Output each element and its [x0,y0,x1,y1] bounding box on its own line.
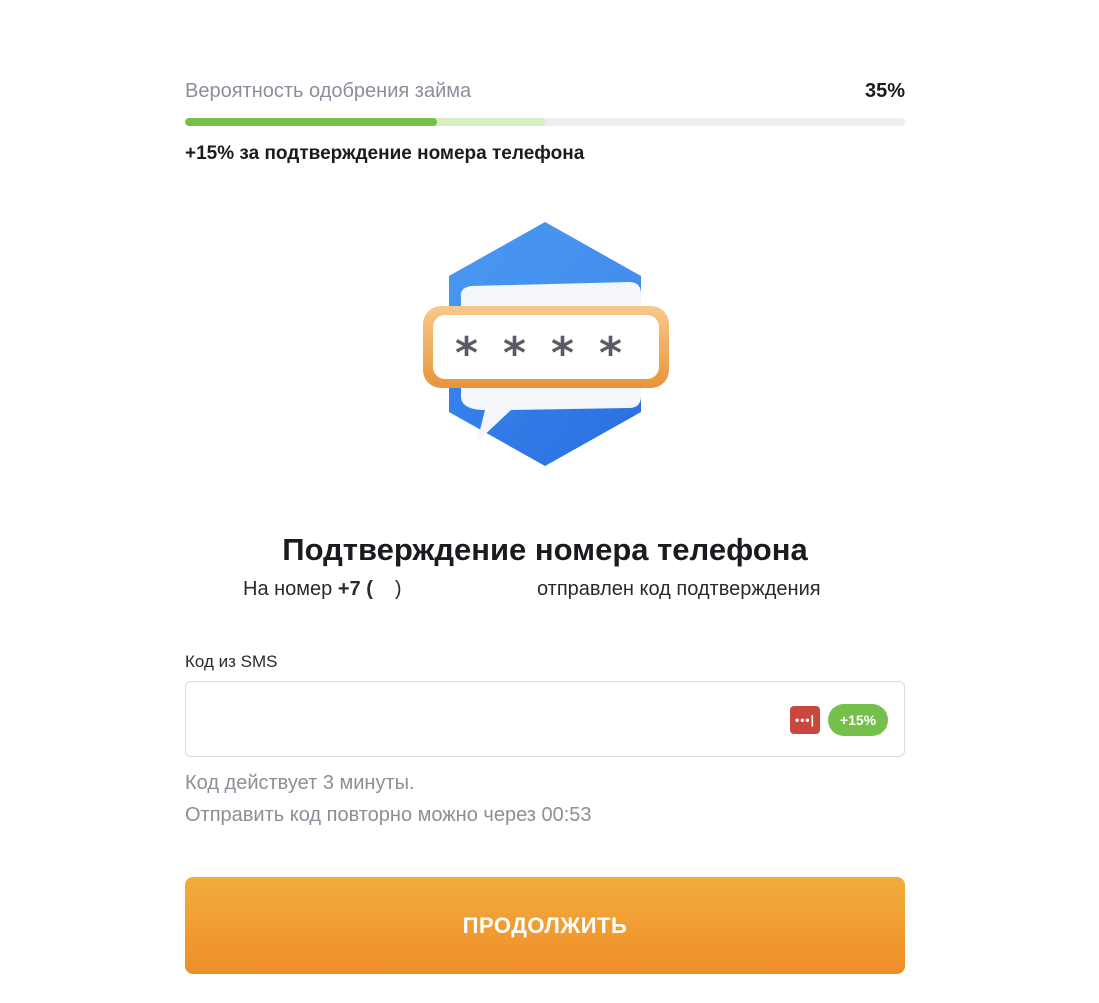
subtitle-phone-part: На номер +7 () [243,578,402,601]
approval-progress-bar [185,118,905,126]
continue-button[interactable]: ПРОДОЛЖИТЬ [185,877,905,974]
approval-probability-value: 35% [864,80,905,102]
mask-char-3: * [551,328,574,379]
subtitle-suffix: отправлен код подтверждения [537,578,821,600]
page-subtitle: На номер +7 () отправлен код подтвержден… [185,576,905,604]
phone-prefix: +7 ( [337,578,373,600]
code-validity-hint: Код действует 3 минуты. [185,772,415,794]
sms-code-input[interactable] [202,700,766,740]
approval-progress-fill [185,118,437,126]
phone-suffix: ) [394,578,402,600]
approval-probability-label: Вероятность одобрения займа [185,80,472,102]
mask-char-2: * [503,328,526,379]
code-label: Код из SMS [185,652,278,671]
sms-code-icon: * * * * [415,218,675,470]
password-manager-icon[interactable]: •••| [790,706,820,734]
page-title: Подтверждение номера телефона [282,532,808,567]
resend-timer-hint: Отправить код повторно можно через 00:53 [185,804,592,826]
bonus-badge: +15% [828,704,888,736]
sms-code-illustration: * * * * [423,222,669,466]
approval-probability-row: Вероятность одобрения займа 35% [185,78,905,106]
approval-bonus-text: +15% за подтверждение номера телефона [185,143,585,164]
mask-char-4: * [599,328,622,379]
subtitle-prefix: На номер [243,578,338,600]
mask-char-1: * [455,328,478,379]
code-field: •••| +15% [185,681,905,757]
phone-confirmation-page: Вероятность одобрения займа 35% +15% за … [185,0,905,1003]
